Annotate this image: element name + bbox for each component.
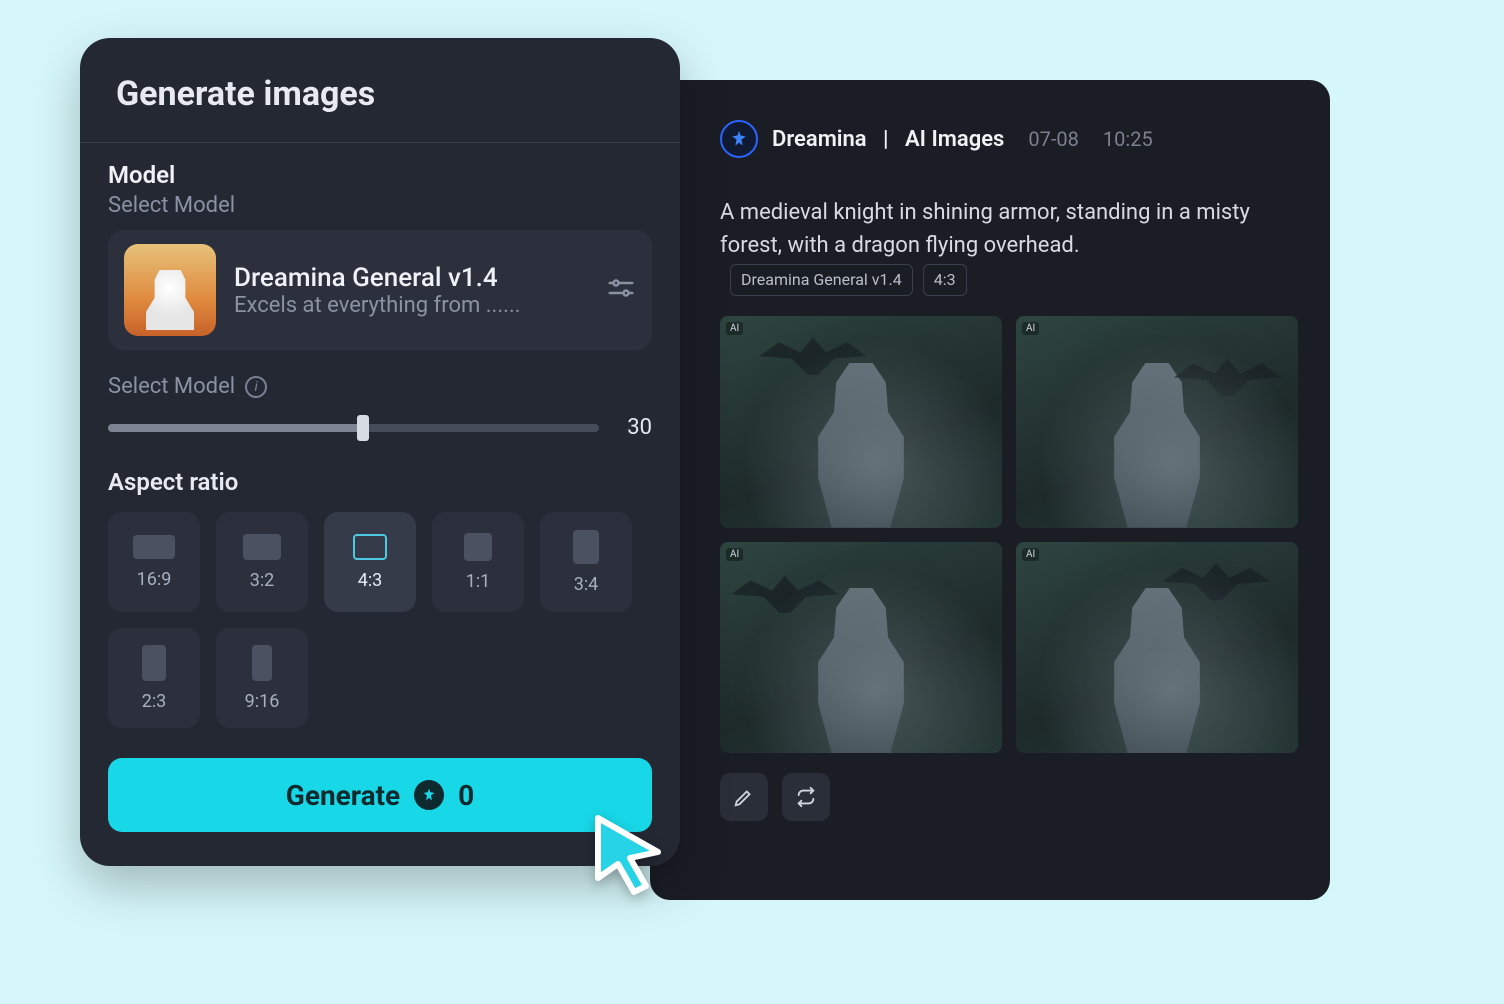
regenerate-button[interactable] <box>782 773 830 821</box>
aspect-label: 2:3 <box>142 691 167 712</box>
ai-badge: AI <box>1022 322 1039 335</box>
aspect-label: 3:2 <box>250 570 275 591</box>
prompt-text: A medieval knight in shining armor, stan… <box>720 196 1298 296</box>
aspect-label: 1:1 <box>466 571 491 592</box>
info-icon[interactable]: i <box>245 376 267 398</box>
generation-result-panel: Dreamina | AI Images 07-08 10:25 A medie… <box>650 80 1330 900</box>
aspect-label: 16:9 <box>137 569 172 590</box>
aspect-option-16-9[interactable]: 16:9 <box>108 512 200 612</box>
generate-label: Generate <box>286 779 400 812</box>
cursor-icon <box>590 812 670 898</box>
aspect-label: 3:4 <box>574 574 599 595</box>
post-header: Dreamina | AI Images 07-08 10:25 <box>720 120 1298 158</box>
model-description: Excels at everything from ...... <box>234 293 588 318</box>
ratio-chip[interactable]: 4:3 <box>923 264 967 296</box>
ai-badge: AI <box>1022 548 1039 561</box>
aspect-shape-icon <box>243 534 281 560</box>
prompt-value: A medieval knight in shining armor, stan… <box>720 200 1250 258</box>
sparkle-icon <box>414 780 444 810</box>
separator: | <box>872 127 899 152</box>
slider-label-text: Select Model <box>108 374 235 399</box>
post-source-line: Dreamina | AI Images <box>772 127 1004 152</box>
select-model-label: Select Model <box>108 193 652 218</box>
sparkle-icon <box>720 120 758 158</box>
slider-label: Select Model i <box>108 374 652 399</box>
aspect-ratio-grid: 16:9 3:2 4:3 1:1 3:4 2:3 9:16 <box>108 512 652 728</box>
aspect-section-label: Aspect ratio <box>108 468 652 496</box>
aspect-option-4-3[interactable]: 4:3 <box>324 512 416 612</box>
generate-cost: 0 <box>458 779 474 812</box>
results-grid: AI AI AI AI <box>720 316 1298 753</box>
aspect-shape-icon <box>252 645 272 681</box>
model-thumbnail <box>124 244 216 336</box>
result-image[interactable]: AI <box>1016 542 1298 754</box>
aspect-option-3-2[interactable]: 3:2 <box>216 512 308 612</box>
edit-button[interactable] <box>720 773 768 821</box>
model-section-label: Model <box>108 161 652 189</box>
aspect-option-3-4[interactable]: 3:4 <box>540 512 632 612</box>
aspect-shape-icon <box>464 533 492 561</box>
post-date: 07-08 <box>1028 127 1079 151</box>
aspect-option-1-1[interactable]: 1:1 <box>432 512 524 612</box>
result-actions <box>720 773 1298 821</box>
post-source: Dreamina <box>772 127 867 152</box>
result-image[interactable]: AI <box>720 542 1002 754</box>
sliders-icon[interactable] <box>606 273 636 307</box>
aspect-label: 4:3 <box>358 570 383 591</box>
aspect-shape-icon <box>142 645 166 681</box>
aspect-shape-icon <box>573 530 599 564</box>
aspect-shape-icon <box>133 535 175 559</box>
generate-settings-panel: Generate images Model Select Model Dream… <box>80 38 680 866</box>
aspect-label: 9:16 <box>245 691 280 712</box>
ai-badge: AI <box>726 548 743 561</box>
post-time: 10:25 <box>1103 127 1153 151</box>
result-image[interactable]: AI <box>720 316 1002 528</box>
model-chip[interactable]: Dreamina General v1.4 <box>730 264 913 296</box>
slider-handle[interactable] <box>357 415 369 441</box>
post-category: AI Images <box>905 127 1004 152</box>
aspect-shape-icon <box>353 534 387 560</box>
model-name: Dreamina General v1.4 <box>234 263 588 293</box>
strength-slider[interactable] <box>108 424 599 432</box>
result-image[interactable]: AI <box>1016 316 1298 528</box>
aspect-option-9-16[interactable]: 9:16 <box>216 628 308 728</box>
slider-value: 30 <box>627 415 652 440</box>
aspect-option-2-3[interactable]: 2:3 <box>108 628 200 728</box>
generate-button[interactable]: Generate 0 <box>108 758 652 832</box>
ai-badge: AI <box>726 322 743 335</box>
model-selector[interactable]: Dreamina General v1.4 Excels at everythi… <box>108 230 652 350</box>
panel-title: Generate images <box>80 38 680 143</box>
